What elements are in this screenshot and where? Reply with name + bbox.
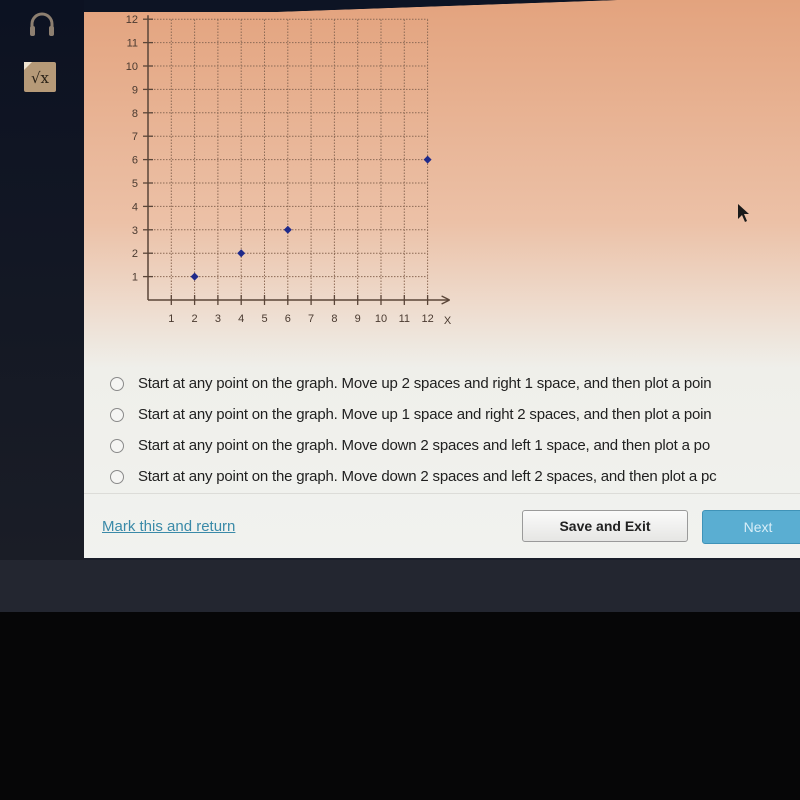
- x-tick-label: 5: [261, 313, 267, 325]
- y-tick-label: 5: [132, 178, 138, 190]
- x-tick-label: 3: [215, 313, 221, 325]
- x-tick-label: 7: [308, 313, 314, 325]
- x-tick-label: 4: [238, 313, 244, 325]
- option-text: Start at any point on the graph. Move do…: [138, 437, 710, 454]
- data-point: [283, 225, 292, 234]
- calculator-icon-label: √x: [24, 62, 56, 92]
- answer-options: Start at any point on the graph. Move up…: [110, 368, 800, 492]
- answer-option[interactable]: Start at any point on the graph. Move up…: [110, 399, 800, 430]
- x-tick-label: 6: [285, 313, 291, 325]
- option-text: Start at any point on the graph. Move do…: [138, 468, 717, 485]
- x-tick-label: 11: [399, 313, 410, 325]
- data-point: [190, 272, 199, 281]
- monitor-bezel-band: [0, 560, 800, 612]
- y-tick-label: 1: [132, 272, 138, 284]
- option-text: Start at any point on the graph. Move up…: [138, 406, 712, 423]
- answer-option[interactable]: Start at any point on the graph. Move do…: [110, 430, 800, 461]
- tool-sidebar: √x: [0, 0, 84, 560]
- y-tick-label: 11: [127, 38, 138, 50]
- coordinate-graph: 1 2 3 4 5 6 7 8 9 10 11 12 X 1 2 3 4 5 6 7 8 9 10 11 12: [90, 6, 470, 346]
- next-button[interactable]: Next: [702, 510, 800, 544]
- headphones-icon[interactable]: [24, 6, 60, 42]
- y-tick-label: 9: [132, 84, 138, 96]
- mouse-cursor-icon: [737, 203, 751, 223]
- option-text: Start at any point on the graph. Move up…: [138, 375, 712, 392]
- y-tick-label: 12: [126, 14, 138, 26]
- y-tick-label: 3: [132, 225, 138, 237]
- x-axis-label: X: [444, 315, 452, 327]
- x-tick-label: 2: [192, 313, 198, 325]
- scatter-chart: 1 2 3 4 5 6 7 8 9 10 11 12 X123456789101112: [126, 14, 452, 327]
- calculator-icon[interactable]: √x: [24, 62, 60, 98]
- y-tick-label: 2: [132, 248, 138, 260]
- x-tick-label: 12: [421, 313, 433, 325]
- y-tick-label: 6: [132, 155, 138, 167]
- data-point: [237, 249, 246, 258]
- x-tick-label: 1: [168, 313, 174, 325]
- x-tick-label: 8: [331, 313, 337, 325]
- x-tick-label: 9: [355, 313, 361, 325]
- radio-button[interactable]: [110, 376, 124, 391]
- answer-option[interactable]: Start at any point on the graph. Move do…: [110, 461, 800, 492]
- radio-button[interactable]: [110, 469, 124, 484]
- y-tick-label: 4: [132, 201, 138, 213]
- answer-option[interactable]: Start at any point on the graph. Move up…: [110, 368, 800, 399]
- x-tick-label: 10: [375, 313, 387, 325]
- y-tick-label: 10: [126, 61, 138, 73]
- data-point: [423, 155, 432, 164]
- y-tick-label: 7: [132, 131, 138, 143]
- mark-and-return-link[interactable]: Mark this and return: [102, 518, 235, 535]
- y-tick-label: 8: [132, 108, 138, 120]
- radio-button[interactable]: [110, 407, 124, 422]
- footer-divider: [84, 493, 800, 494]
- radio-button[interactable]: [110, 438, 124, 453]
- save-and-exit-button[interactable]: Save and Exit: [522, 510, 688, 542]
